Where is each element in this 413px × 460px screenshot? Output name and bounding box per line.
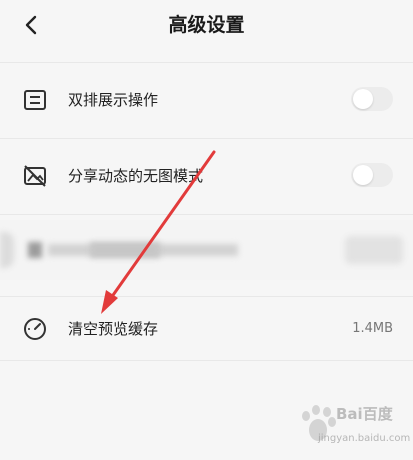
mosaic-block [90,242,160,258]
toggle-knob [353,165,373,185]
share-no-image-toggle[interactable] [351,163,393,187]
watermark-url: jingyan.baidu.com [318,433,411,444]
double-layout-toggle[interactable] [351,87,393,111]
page-title: 高级设置 [168,14,245,36]
obscured-setting-row [0,220,413,280]
divider [0,360,413,361]
divider [0,214,413,215]
no-image-icon [24,165,46,187]
setting-row-share-no-image[interactable]: 分享动态的无图模式 [0,138,413,214]
speedometer-icon [24,318,46,340]
setting-row-double-layout[interactable]: 双排展示操作 [0,62,413,138]
mosaic-block [345,236,403,264]
cache-size-value: 1.4MB [352,321,393,336]
top-bar: 高级设置 [0,0,413,50]
mosaic-block [28,242,42,258]
watermark-brand: Bai百度 [336,405,393,423]
setting-label: 分享动态的无图模式 [68,167,204,185]
setting-label: 双排展示操作 [68,91,159,109]
list-icon [24,90,46,110]
toggle-knob [353,89,373,109]
mosaic-block [0,232,14,268]
setting-label: 清空预览缓存 [68,320,159,338]
